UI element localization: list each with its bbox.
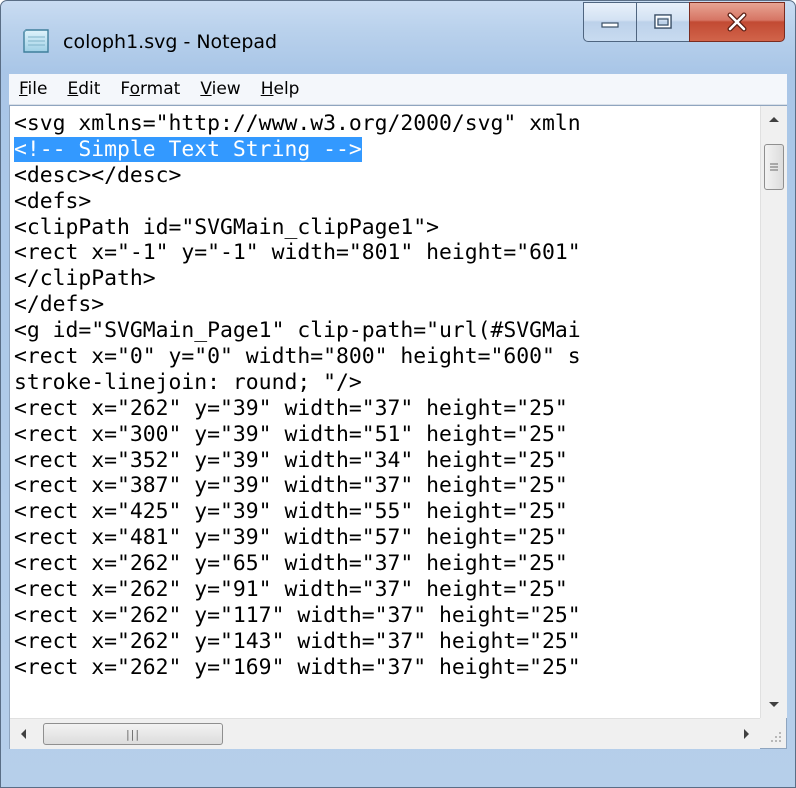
notepad-window: coloph1.svg - Notepad File Edit Format V… xyxy=(0,0,796,788)
text-line: <rect x="262" y="65" width="37" height="… xyxy=(10,551,758,577)
line-text: <rect x="352" y="39" width="34" height="… xyxy=(14,447,568,473)
menu-file[interactable]: File xyxy=(9,74,57,104)
line-text: <clipPath id="SVGMain_clipPage1"> xyxy=(14,214,439,240)
line-text: <rect x="262" y="169" width="37" height=… xyxy=(14,654,581,680)
line-text: <rect x="387" y="39" width="37" height="… xyxy=(14,473,568,499)
text-line: <rect x="0" y="0" width="800" height="60… xyxy=(10,344,758,370)
vertical-scroll-thumb[interactable] xyxy=(764,144,784,190)
text-line: <rect x="262" y="169" width="37" height=… xyxy=(10,655,758,681)
line-text: <rect x="481" y="39" width="57" height="… xyxy=(14,525,568,551)
chevron-left-icon xyxy=(21,729,26,739)
menu-mnemonic: E xyxy=(67,79,79,99)
text-line: <rect x="262" y="91" width="37" height="… xyxy=(10,577,758,603)
line-text: <rect x="262" y="117" width="37" height=… xyxy=(14,602,581,628)
scroll-left-button[interactable] xyxy=(10,719,36,749)
scroll-right-button[interactable] xyxy=(734,719,760,749)
maximize-button[interactable] xyxy=(636,2,689,42)
title-bar[interactable]: coloph1.svg - Notepad xyxy=(1,1,795,69)
line-text: <rect x="0" y="0" width="800" height="60… xyxy=(14,344,581,370)
window-title: coloph1.svg - Notepad xyxy=(63,31,278,53)
text-line: <rect x="481" y="39" width="57" height="… xyxy=(10,525,758,551)
text-line: <g id="SVGMain_Page1" clip-path="url(#SV… xyxy=(10,318,758,344)
grip-lines-icon xyxy=(770,163,778,171)
menu-help[interactable]: Help xyxy=(251,74,310,104)
text-line: <!-- Simple Text String --> xyxy=(10,136,758,163)
scroll-down-button[interactable] xyxy=(761,692,787,718)
line-text: stroke-linejoin: round; "/> xyxy=(14,369,362,395)
menu-label-rest: iew xyxy=(211,79,241,99)
menu-format[interactable]: Format xyxy=(110,74,190,104)
line-text: </clipPath> xyxy=(14,266,156,292)
maximize-icon xyxy=(654,14,672,29)
text-line: <rect x="425" y="39" width="55" height="… xyxy=(10,499,758,525)
text-line: <clipPath id="SVGMain_clipPage1"> xyxy=(10,215,758,241)
size-grip[interactable] xyxy=(760,718,786,748)
text-line: <rect x="300" y="39" width="51" height="… xyxy=(10,422,758,448)
minimize-button[interactable] xyxy=(583,2,636,42)
caption-buttons xyxy=(583,2,785,44)
menu-label-prefix: F xyxy=(120,79,130,99)
close-button[interactable] xyxy=(689,2,785,42)
resize-grip-icon xyxy=(771,732,781,742)
menu-label-rest: ile xyxy=(27,79,48,99)
menu-mnemonic: o xyxy=(129,79,140,99)
chevron-down-icon xyxy=(769,702,779,707)
menu-label-rest: elp xyxy=(273,79,300,99)
text-line: <rect x="352" y="39" width="34" height="… xyxy=(10,448,758,474)
horizontal-scroll-thumb[interactable]: ||| xyxy=(43,723,223,745)
text-line: </clipPath> xyxy=(10,266,758,292)
line-text: <svg xmlns="http://www.w3.org/2000/svg" … xyxy=(14,111,581,136)
text-line: <defs> xyxy=(10,189,758,215)
vertical-scrollbar[interactable] xyxy=(760,106,787,718)
line-text: <rect x="300" y="39" width="51" height="… xyxy=(14,421,568,447)
text-line: <rect x="-1" y="-1" width="801" height="… xyxy=(10,240,758,266)
text-line: <rect x="262" y="117" width="37" height=… xyxy=(10,603,758,629)
minimize-icon xyxy=(601,22,619,28)
menu-edit[interactable]: Edit xyxy=(57,74,110,104)
text-line: stroke-linejoin: round; "/> xyxy=(10,370,758,396)
menu-view[interactable]: View xyxy=(190,74,250,104)
notepad-icon xyxy=(23,29,49,53)
menu-mnemonic: V xyxy=(200,79,212,99)
line-text: <rect x="-1" y="-1" width="801" height="… xyxy=(14,240,581,266)
line-text: <defs> xyxy=(14,188,92,214)
menu-mnemonic: F xyxy=(19,79,28,99)
text-line: <rect x="387" y="39" width="37" height="… xyxy=(10,473,758,499)
menu-mnemonic: H xyxy=(260,79,274,99)
text-line: <rect x="262" y="143" width="37" height=… xyxy=(10,629,758,655)
text-content[interactable]: <svg xmlns="http://www.w3.org/2000/svg" … xyxy=(10,111,758,718)
line-text: <rect x="262" y="65" width="37" height="… xyxy=(14,551,568,577)
menu-label-rest: dit xyxy=(78,79,101,99)
scroll-up-button[interactable] xyxy=(761,106,787,132)
line-text: <rect x="262" y="143" width="37" height=… xyxy=(14,628,581,654)
chevron-up-icon xyxy=(769,117,779,122)
text-line: </defs> xyxy=(10,292,758,318)
close-icon xyxy=(727,12,747,32)
selected-text: <!-- Simple Text String --> xyxy=(14,136,362,162)
grip-glyph: ||| xyxy=(125,727,141,741)
text-line: <rect x="262" y="39" width="37" height="… xyxy=(10,396,758,422)
menu-bar: File Edit Format View Help xyxy=(9,74,787,105)
line-text: <desc></desc> xyxy=(14,162,182,188)
menu-label-rest: rmat xyxy=(139,79,181,99)
horizontal-scrollbar[interactable]: ||| xyxy=(10,718,760,749)
line-text: <g id="SVGMain_Page1" clip-path="url(#SV… xyxy=(14,318,581,344)
line-text: <rect x="262" y="39" width="37" height="… xyxy=(14,395,568,421)
text-editor[interactable]: <svg xmlns="http://www.w3.org/2000/svg" … xyxy=(9,105,787,749)
line-text: <rect x="425" y="39" width="55" height="… xyxy=(14,499,568,525)
text-line: <svg xmlns="http://www.w3.org/2000/svg" … xyxy=(10,111,758,137)
text-line: <desc></desc> xyxy=(10,163,758,189)
chevron-right-icon xyxy=(744,729,749,739)
line-text: </defs> xyxy=(14,292,105,318)
line-text: <rect x="262" y="91" width="37" height="… xyxy=(14,577,568,603)
